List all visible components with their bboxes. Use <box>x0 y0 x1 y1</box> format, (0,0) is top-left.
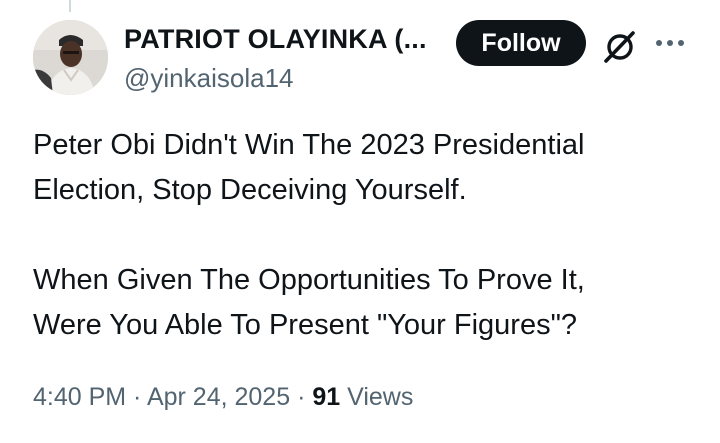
more-options-icon[interactable] <box>652 28 688 58</box>
meta-separator: · <box>126 383 147 411</box>
avatar[interactable] <box>33 20 108 95</box>
views-count: 91 <box>312 383 341 411</box>
tweet-metadata: 4:40 PM · Apr 24, 2025 · 91 Views <box>33 383 413 412</box>
meta-separator: · <box>290 383 313 411</box>
follow-button[interactable]: Follow <box>456 20 586 66</box>
tweet-line: Election, Stop Deceiving Yourself. <box>33 174 467 206</box>
tweet-line: Were You Able To Present "Your Figures"? <box>33 309 578 341</box>
tweet-date[interactable]: Apr 24, 2025 <box>147 383 290 411</box>
thread-connector-line <box>69 0 71 12</box>
tweet-time[interactable]: 4:40 PM <box>33 383 126 411</box>
author-handle[interactable]: @yinkaisola14 <box>124 63 293 94</box>
tweet-line: When Given The Opportunities To Prove It… <box>33 264 585 296</box>
profile-photo <box>33 20 108 95</box>
views-label: Views <box>340 383 414 411</box>
grok-icon[interactable] <box>600 26 640 66</box>
author-display-name[interactable]: PATRIOT OLAYINKA (... <box>124 24 427 55</box>
tweet-line: Peter Obi Didn't Win The 2023 Presidenti… <box>33 129 585 161</box>
tweet-text: Peter Obi Didn't Win The 2023 Presidenti… <box>33 123 703 348</box>
